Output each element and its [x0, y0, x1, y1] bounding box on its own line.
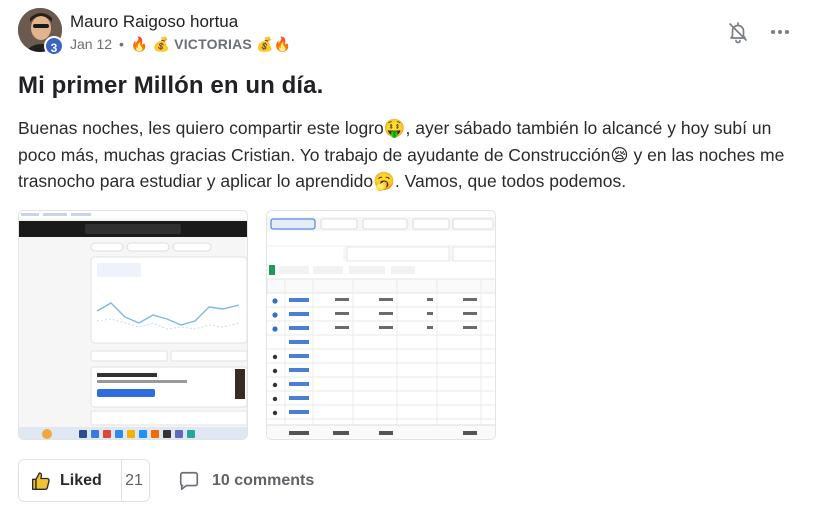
author-name[interactable]: Mauro Raigoso hortua: [70, 12, 238, 32]
post-body: Buenas noches, les quiero compartir este…: [18, 115, 808, 195]
attachment-image-shopify-dashboard[interactable]: [18, 210, 248, 440]
post-title: Mi primer Millón en un día.: [18, 72, 324, 99]
attachment-image-ads-campaigns[interactable]: [266, 210, 496, 440]
post-body-line: Buenas noches, les quiero compartir este…: [18, 118, 772, 138]
post-body-line: trasnocho para estudiar y aplicar lo apr…: [18, 171, 627, 191]
bell-off-icon[interactable]: [726, 20, 750, 44]
comments-label: 10 comments: [212, 472, 315, 489]
level-badge: 3: [44, 36, 64, 56]
post-header: 3 Mauro Raigoso hortua Jan 12 • 🔥 💰 VICT…: [18, 8, 818, 58]
post-meta: Jan 12 • 🔥 💰 VICTORIAS 💰🔥: [70, 36, 291, 53]
comment-icon: [178, 470, 200, 492]
thumbs-up-icon: [31, 471, 51, 491]
post-date[interactable]: Jan 12: [70, 36, 112, 52]
more-horizontal-icon[interactable]: [768, 20, 792, 44]
post-body-line: poco más, muchas gracias Cristian. Yo tr…: [18, 144, 785, 165]
like-button[interactable]: Liked 21: [18, 459, 150, 502]
author-avatar-wrap[interactable]: 3: [18, 8, 64, 56]
meta-separator: •: [118, 36, 124, 52]
like-label: Liked: [60, 472, 102, 489]
comments-button[interactable]: 10 comments: [178, 468, 338, 494]
post-category[interactable]: 🔥 💰 VICTORIAS 💰🔥: [131, 36, 292, 52]
like-count[interactable]: 21: [119, 472, 149, 490]
